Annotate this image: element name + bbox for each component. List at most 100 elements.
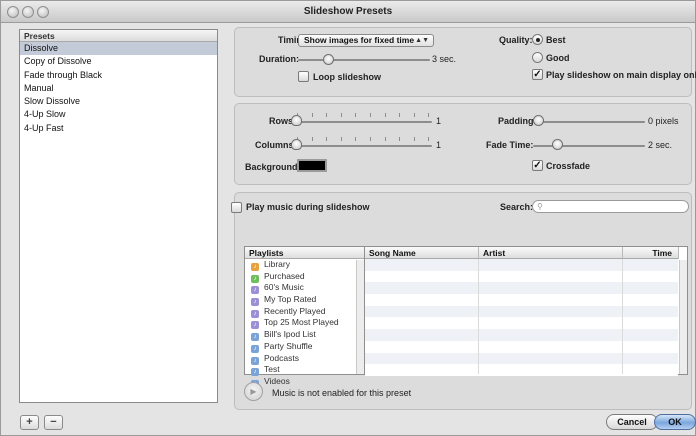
play-music-checkbox[interactable] [231,202,242,213]
playlist-name: Library [264,259,290,269]
slider-tick [326,113,328,117]
background-label: Background: [245,162,301,172]
padding-slider-knob[interactable] [533,115,544,126]
playlist-item[interactable]: ♪ Podcasts [245,353,364,365]
song-row [365,329,678,341]
rows-slider-knob[interactable] [291,115,302,126]
timing-popup[interactable]: Show images for fixed time ▲▼ [298,34,434,47]
preset-item[interactable]: 4-Up Slow [20,108,217,121]
playlist-item[interactable]: ♪ My Top Rated [245,294,364,307]
playlist-item[interactable]: ♪ 60's Music [245,282,364,295]
song-name-column-header[interactable]: Song Name [365,247,479,259]
songs-scrollbar[interactable] [679,260,687,374]
presets-list: Presets Dissolve Copy of Dissolve Fade thr… [19,29,218,403]
fade-time-label: Fade Time: [486,140,534,150]
crossfade-checkbox[interactable]: ✓ [532,160,543,171]
crossfade-label: Crossfade [546,161,591,171]
preset-item[interactable]: Dissolve [20,42,217,56]
playlist-item[interactable]: ♪Videos [245,376,364,388]
song-row [365,294,678,306]
slider-tick [413,137,415,141]
slider-tick [355,137,357,141]
playlist-item[interactable]: ♪ Party Shuffle [245,341,364,353]
playlist-name: Bill's Ipod List [264,329,316,340]
playlist-item[interactable]: ♪ Recently Played [245,306,364,318]
slider-tick [399,137,401,141]
play-icon: ▶ [250,387,257,396]
rows-value: 1 [436,116,442,126]
title-bar: Slideshow Presets [1,1,695,23]
search-icon: ⚲ [537,202,543,211]
slider-tick [311,137,313,141]
timing-value: Show images for fixed time [304,35,415,45]
timing-group: Timing: Show images for fixed time ▲▼ Du… [234,27,696,97]
quality-good-radio[interactable] [532,52,543,63]
playlist-name: Top 25 Most Played [264,317,339,328]
playlist-name: Videos [264,375,290,386]
song-row [365,305,678,318]
smart-playlist-icon: ♪ [251,298,259,307]
slider-tick [428,113,430,117]
fade-time-slider-knob[interactable] [552,139,563,150]
slideshow-presets-window: Slideshow Presets Presets Dissolve Copy o… [0,0,696,436]
presets-header[interactable]: Presets [20,30,217,42]
slider-tick [326,137,328,141]
preset-item[interactable]: Slow Dissolve [20,95,217,108]
loop-slideshow-checkbox[interactable] [298,71,309,82]
duration-value: 3 sec. [432,54,457,64]
quality-best-label: Best [546,35,566,45]
quality-best-radio[interactable] [532,34,543,45]
playlists-table: Playlists ♪ Library ♪ Purchased ♪ 60's Music ♪… [244,246,365,388]
duration-slider-track[interactable] [298,59,430,61]
ok-button[interactable]: OK [654,414,696,430]
song-row [365,352,678,365]
playlist-name: Test [264,364,280,375]
preset-item[interactable]: Manual [20,82,217,95]
playlist-icon: ♪ [251,333,259,342]
column-divider [478,259,479,374]
padding-slider-track[interactable] [533,121,645,123]
rows-slider-track[interactable] [294,121,432,123]
columns-slider-track[interactable] [294,145,432,147]
time-column-header[interactable]: Time [623,247,679,259]
quality-label: Quality: [499,35,533,45]
duration-slider-knob[interactable] [323,54,334,65]
duration-label: Duration: [259,54,299,64]
artist-column-header[interactable]: Artist [479,247,623,259]
slider-tick [340,137,342,141]
loop-slideshow-label: Loop slideshow [313,72,382,82]
playlist-name: Podcasts [264,352,299,363]
playlist-name: 60's Music [264,282,304,293]
play-music-button[interactable]: ▶ [244,382,263,401]
playlist-item[interactable]: ♪ Bill's Ipod List [245,329,364,342]
search-field[interactable]: ⚲ [532,200,689,213]
playlist-item[interactable]: ♪ Purchased [245,271,364,283]
playlist-name: Party Shuffle [264,340,313,351]
quality-good-label: Good [546,53,570,63]
remove-preset-button[interactable]: − [44,415,63,430]
columns-slider-knob[interactable] [291,139,302,150]
song-row [365,259,678,271]
preset-item[interactable]: Copy of Dissolve [20,55,217,68]
song-row [365,317,678,330]
playlist-item[interactable]: ♪ Library [245,259,364,271]
background-color-well[interactable] [297,159,327,172]
library-icon: ♪ [251,263,259,271]
preset-item[interactable]: Fade through Black [20,69,217,82]
cancel-button[interactable]: Cancel [606,414,658,430]
padding-value: 0 pixels [648,116,679,126]
preset-item[interactable]: 4-Up Fast [20,122,217,135]
add-preset-button[interactable]: + [20,415,39,430]
playlists-scrollbar[interactable] [356,260,364,374]
playlist-item[interactable]: ♪ Top 25 Most Played [245,317,364,330]
columns-value: 1 [436,140,442,150]
playlist-name: Purchased [264,270,305,281]
layout-group: Rows: 1 Columns: 1 Background: Padding: … [234,103,692,185]
fade-time-slider-track[interactable] [533,145,645,147]
main-display-checkbox[interactable]: ✓ [532,69,543,80]
playlist-icon: ♪ [251,368,259,377]
playlist-name: Recently Played [264,305,326,316]
playlists-header[interactable]: Playlists [245,247,364,259]
playlist-item[interactable]: ♪ Test [245,364,364,377]
main-display-label: Play slideshow on main display only [546,70,696,80]
